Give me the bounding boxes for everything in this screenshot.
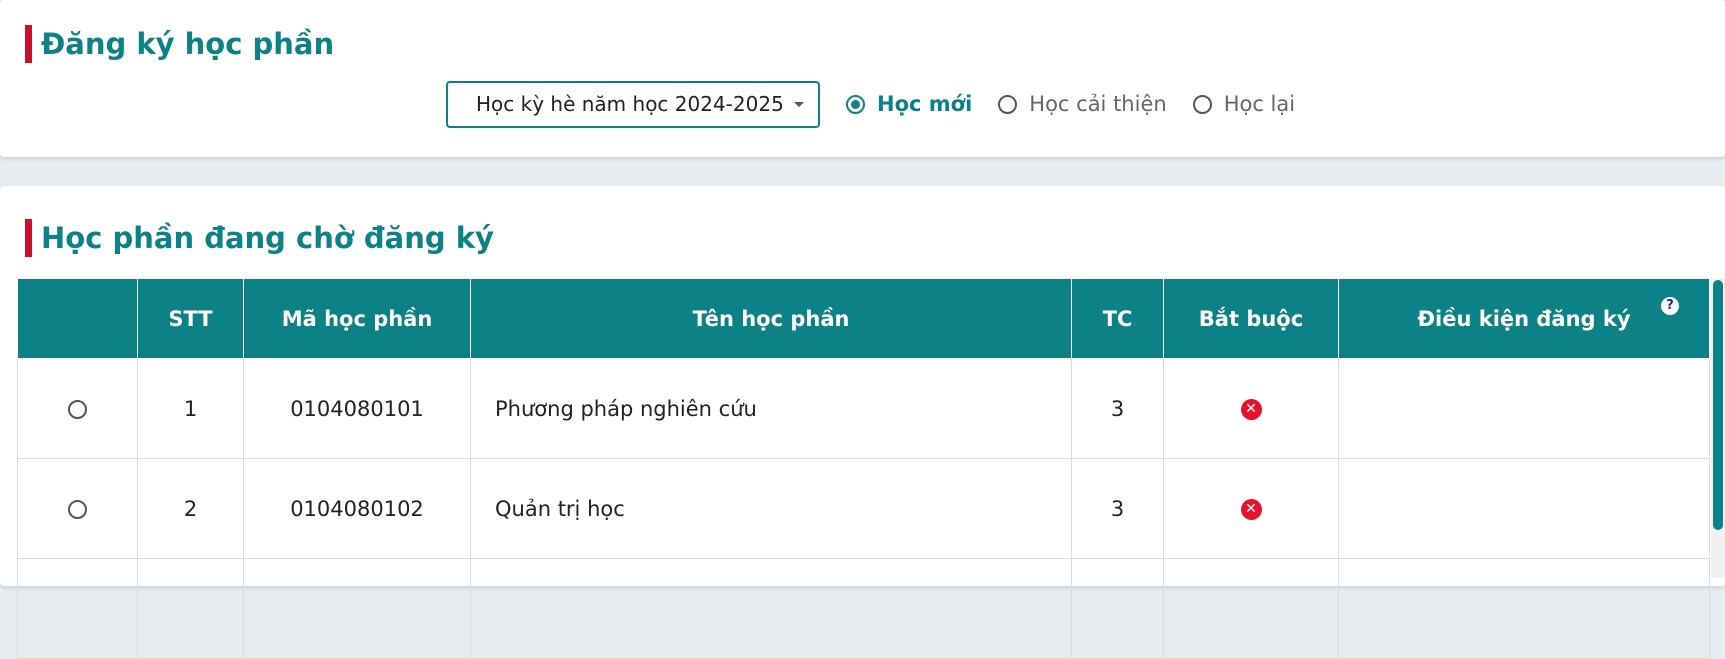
empty-cell xyxy=(1071,558,1164,659)
vertical-scrollbar[interactable] xyxy=(1711,278,1725,578)
register-card: Đăng ký học phần Học kỳ hè năm học 2024-… xyxy=(0,0,1725,157)
register-heading: Đăng ký học phần xyxy=(25,25,334,63)
radio-label: Học lại xyxy=(1223,92,1296,116)
row-condition xyxy=(1338,358,1710,459)
filter-row: Học kỳ hè năm học 2024-2025 Học mới Học … xyxy=(446,80,1295,128)
row-stt: 2 xyxy=(137,458,244,559)
empty-cell xyxy=(1338,558,1710,659)
column-header-code: Mã học phần xyxy=(243,278,471,359)
radio-option-hoc-lai[interactable]: Học lại xyxy=(1192,92,1296,116)
title-accent-bar xyxy=(25,219,32,257)
help-icon[interactable]: ? xyxy=(1661,297,1679,315)
row-code: 0104080102 xyxy=(243,458,471,559)
pending-courses-card: Học phần đang chờ đăng ký STT Mã học phầ… xyxy=(0,186,1725,659)
row-required-cell: ✕ xyxy=(1163,458,1339,559)
column-header-condition-label: Điều kiện đăng ký xyxy=(1417,306,1631,331)
empty-cell xyxy=(1163,558,1339,659)
table-row xyxy=(17,558,1710,659)
column-header-name: Tên học phần xyxy=(470,278,1072,359)
radio-option-hoc-moi[interactable]: Học mới xyxy=(846,92,972,116)
radio-label: Học mới xyxy=(877,92,973,116)
semester-select[interactable]: Học kỳ hè năm học 2024-2025 xyxy=(446,80,820,128)
row-condition xyxy=(1338,458,1710,559)
table-row: 2 0104080102 Quản trị học 3 ✕ xyxy=(17,458,1710,559)
radio-button[interactable] xyxy=(846,94,865,114)
empty-cell xyxy=(470,558,1072,659)
empty-cell xyxy=(137,558,244,659)
pending-heading: Học phần đang chờ đăng ký xyxy=(25,219,494,257)
semester-select-value: Học kỳ hè năm học 2024-2025 xyxy=(476,92,784,116)
row-select-radio[interactable] xyxy=(68,400,87,419)
radio-label: Học cải thiện xyxy=(1029,92,1167,116)
chevron-down-icon xyxy=(794,101,804,107)
column-header-stt: STT xyxy=(137,278,244,359)
column-header-tc: TC xyxy=(1071,278,1164,359)
pending-courses-table: STT Mã học phần Tên học phần TC Bắt buộc… xyxy=(17,278,1710,659)
radio-button[interactable] xyxy=(1192,94,1212,114)
row-code: 0104080101 xyxy=(243,358,471,459)
title-accent-bar xyxy=(25,25,32,63)
column-header-select xyxy=(17,278,138,359)
empty-cell xyxy=(17,558,138,659)
radio-button[interactable] xyxy=(998,94,1018,114)
row-tc: 3 xyxy=(1071,458,1164,559)
row-select-radio[interactable] xyxy=(68,500,87,519)
row-stt: 1 xyxy=(137,358,244,459)
row-name: Phương pháp nghiên cứu xyxy=(470,358,1072,459)
row-select-cell xyxy=(17,458,138,559)
page-title: Đăng ký học phần xyxy=(41,27,335,61)
column-header-required: Bắt buộc xyxy=(1163,278,1339,359)
empty-cell xyxy=(243,558,471,659)
row-required-cell: ✕ xyxy=(1163,358,1339,459)
column-header-condition: Điều kiện đăng ký ? xyxy=(1338,278,1710,359)
radio-option-hoc-cai-thien[interactable]: Học cải thiện xyxy=(998,92,1167,116)
table-header-row: STT Mã học phần Tên học phần TC Bắt buộc… xyxy=(17,278,1710,359)
scrollbar-thumb[interactable] xyxy=(1713,280,1723,530)
x-circle-icon: ✕ xyxy=(1240,499,1262,520)
section-title: Học phần đang chờ đăng ký xyxy=(41,221,494,255)
row-tc: 3 xyxy=(1071,358,1164,459)
table-row: 1 0104080101 Phương pháp nghiên cứu 3 ✕ xyxy=(17,358,1710,459)
x-circle-icon: ✕ xyxy=(1240,399,1262,420)
row-name: Quản trị học xyxy=(470,458,1072,559)
row-select-cell xyxy=(17,358,138,459)
